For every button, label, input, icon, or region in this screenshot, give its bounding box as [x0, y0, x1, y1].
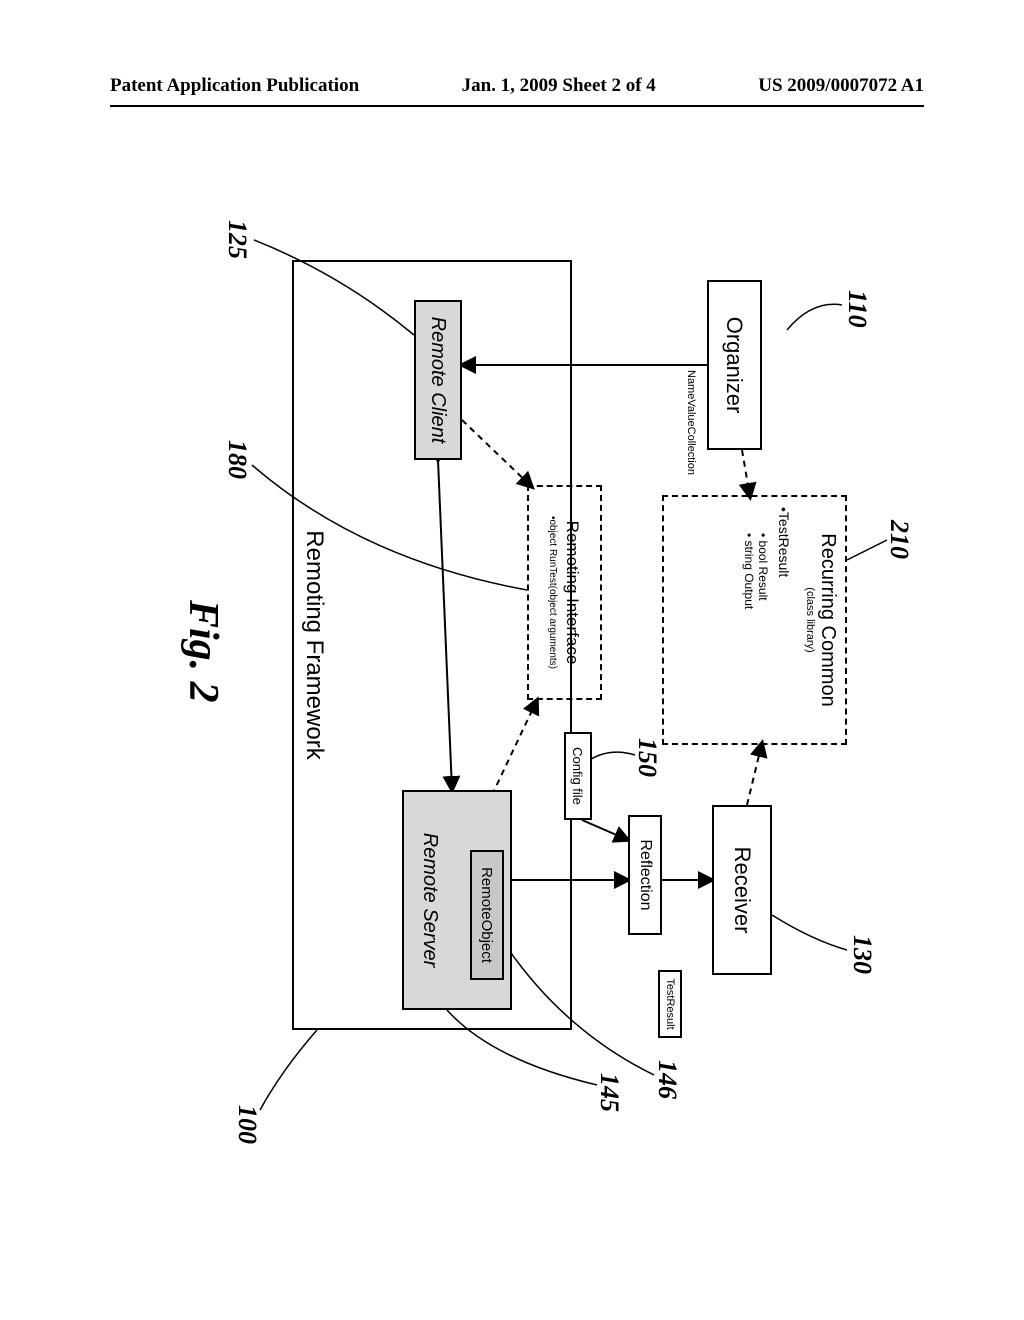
reflection-label: Reflection [636, 839, 654, 910]
header-right: US 2009/0007072 A1 [758, 75, 924, 97]
name-value-collection-label: NameValueCollection [685, 370, 697, 475]
config-file-label: Config file [571, 747, 586, 805]
header-center: Jan. 1, 2009 Sheet 2 of 4 [462, 75, 656, 97]
config-file-box: Config file [564, 732, 592, 820]
diagram: Remoting Framework Organizer Receiver Re… [132, 180, 892, 1180]
receiver-label: Receiver [729, 847, 755, 934]
remote-object-label: RemoteObject [479, 867, 496, 963]
page-header: Patent Application Publication Jan. 1, 2… [110, 75, 924, 107]
testresult-box: TestResult [658, 970, 682, 1038]
remoting-interface-method: •object RunTest(object arguments) [547, 516, 558, 669]
remote-object-box: RemoteObject [470, 850, 504, 980]
testresult-label-small: TestResult [664, 978, 676, 1029]
page: Patent Application Publication Jan. 1, 2… [0, 0, 1024, 1320]
header-left: Patent Application Publication [110, 75, 359, 97]
organizer-box: Organizer [707, 280, 762, 450]
remote-client-box: Remote Client [414, 300, 462, 460]
remoting-interface-box: Remoting Interface •object RunTest(objec… [527, 485, 602, 700]
remoting-interface-title: Remoting Interface [563, 521, 582, 665]
diagram-container: Remoting Framework Organizer Receiver Re… [132, 180, 892, 1180]
receiver-box: Receiver [712, 805, 772, 975]
remote-server-label: Remote Server [418, 833, 441, 968]
reflection-box: Reflection [628, 815, 662, 935]
remote-client-label: Remote Client [427, 317, 450, 444]
connectors-svg [132, 180, 892, 1180]
organizer-label: Organizer [722, 317, 748, 414]
